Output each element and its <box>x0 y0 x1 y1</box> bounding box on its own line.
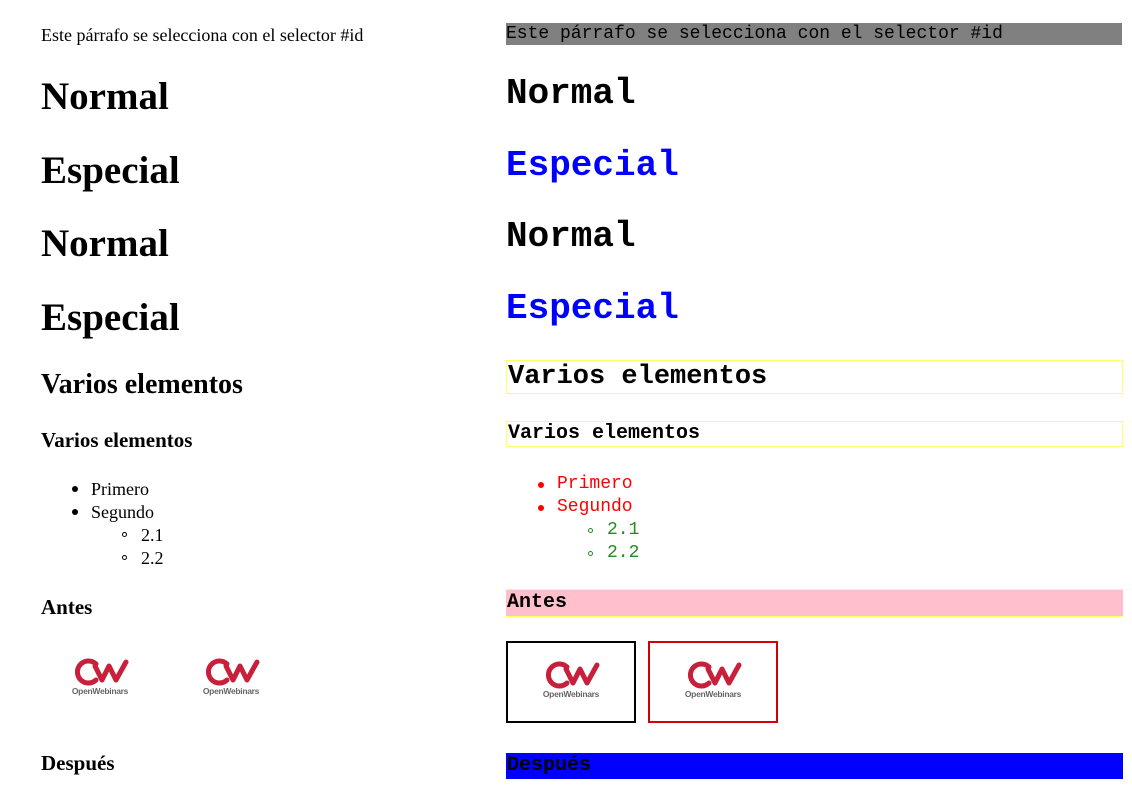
heading-especial-1: Especial <box>41 149 180 192</box>
list-subitem: 2.1 <box>141 525 164 545</box>
openwebinars-logo: OpenWebinars <box>201 658 261 702</box>
left-column: Este párrafo se selecciona con el select… <box>41 0 461 802</box>
heading-antes: Antes <box>41 595 93 619</box>
heading-varios-elementos-h3: Varios elementos <box>41 428 193 452</box>
logo-box-1: OpenWebinars <box>506 641 636 723</box>
circle-bullet-icon <box>122 555 127 560</box>
right-column: Este párrafo se selecciona con el select… <box>506 0 1123 802</box>
heading-especial-1-styled: Especial <box>506 145 679 186</box>
heading-normal-1-styled: Normal <box>506 73 636 114</box>
list-item: Primero <box>557 474 633 494</box>
heading-especial-2: Especial <box>41 296 180 339</box>
heading-especial-2-styled: Especial <box>506 288 679 329</box>
circle-bullet-icon <box>588 528 593 533</box>
heading-antes-styled: Antes <box>506 589 1123 617</box>
id-paragraph: Este párrafo se selecciona con el select… <box>41 25 364 45</box>
circle-bullet-icon <box>588 551 593 556</box>
bullet-icon <box>538 505 544 511</box>
list-item: Segundo <box>557 497 633 517</box>
heading-despues: Después <box>41 751 115 775</box>
list-item: Primero <box>91 479 149 499</box>
bullet-icon <box>72 509 78 515</box>
heading-varios-elementos-h3-styled: Varios elementos <box>506 421 1123 447</box>
logo-text: OpenWebinars <box>202 686 260 696</box>
heading-normal-1: Normal <box>41 75 169 118</box>
list-subitem: 2.2 <box>607 543 640 563</box>
openwebinars-logo: OpenWebinars <box>541 661 601 705</box>
heading-varios-elementos-h2-styled: Varios elementos <box>506 360 1123 394</box>
list-subitem: 2.1 <box>607 520 640 540</box>
heading-normal-2: Normal <box>41 222 169 265</box>
openwebinars-logo: OpenWebinars <box>683 661 743 705</box>
heading-varios-elementos-h2: Varios elementos <box>41 369 243 400</box>
bullet-icon <box>72 486 78 492</box>
heading-despues-styled: Después <box>506 753 1123 779</box>
heading-normal-2-styled: Normal <box>506 216 636 257</box>
id-paragraph-styled: Este párrafo se selecciona con el select… <box>506 23 1122 45</box>
logo-text: OpenWebinars <box>71 686 129 696</box>
bullet-icon <box>538 482 544 488</box>
openwebinars-logo: OpenWebinars <box>70 658 130 702</box>
logo-box-2: OpenWebinars <box>648 641 778 723</box>
logo-text: OpenWebinars <box>542 689 600 699</box>
list-subitem: 2.2 <box>141 548 164 568</box>
list-item: Segundo <box>91 502 154 522</box>
logo-text: OpenWebinars <box>684 689 742 699</box>
circle-bullet-icon <box>122 532 127 537</box>
